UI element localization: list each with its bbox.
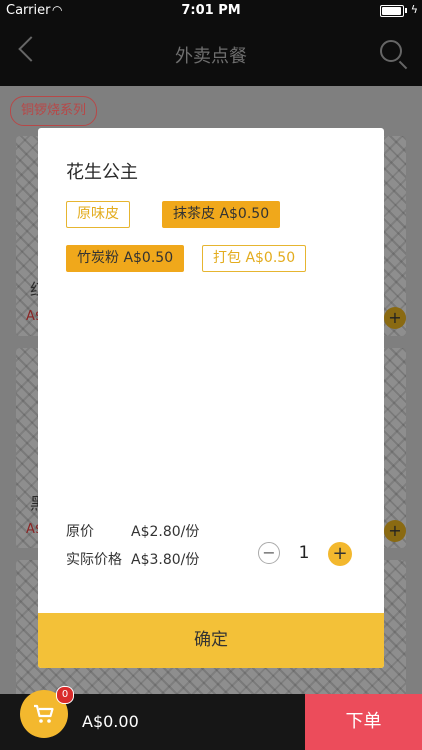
status-bar: Carrier ◠ 7:01 PM ϟ (0, 0, 422, 22)
quantity-value: 1 (298, 543, 310, 563)
shopping-cart-icon (34, 704, 54, 723)
product-options-dialog: 花生公主 原味皮 抹茶皮 A$0.50 竹炭粉 A$0.50 打包 A$0.50… (38, 128, 384, 668)
increase-quantity-button[interactable]: + (328, 542, 352, 566)
bottom-cart-bar: 0 A$0.00 下单 (0, 686, 422, 750)
status-time: 7:01 PM (181, 3, 241, 18)
battery-icon (380, 5, 404, 17)
add-item-icon[interactable]: + (384, 520, 406, 542)
option-chip[interactable]: 原味皮 (66, 201, 130, 228)
cart-count-badge: 0 (56, 686, 74, 704)
place-order-button[interactable]: 下单 (305, 694, 422, 750)
add-item-icon[interactable]: + (384, 307, 406, 329)
option-chip[interactable]: 打包 A$0.50 (202, 245, 307, 272)
charging-icon: ϟ (410, 3, 418, 16)
category-pill[interactable]: 铜锣烧系列 (10, 96, 98, 126)
decrease-quantity-button[interactable]: − (258, 542, 280, 564)
page-title: 外卖点餐 (175, 46, 247, 67)
confirm-button[interactable]: 确定 (38, 613, 384, 668)
cart-total: A$0.00 (82, 712, 139, 731)
search-icon[interactable] (380, 40, 402, 62)
option-chip[interactable]: 抹茶皮 A$0.50 (162, 201, 281, 228)
original-price-value: A$2.80/份 (131, 524, 200, 540)
battery-cap (405, 8, 407, 13)
nav-bar: 外卖点餐 (0, 22, 422, 86)
actual-price-value: A$3.80/份 (131, 552, 200, 568)
original-price-label: 原价 (66, 524, 94, 540)
option-chip[interactable]: 竹炭粉 A$0.50 (66, 245, 185, 272)
product-name: 花生公主 (66, 162, 138, 183)
actual-price-label: 实际价格 (66, 552, 122, 568)
